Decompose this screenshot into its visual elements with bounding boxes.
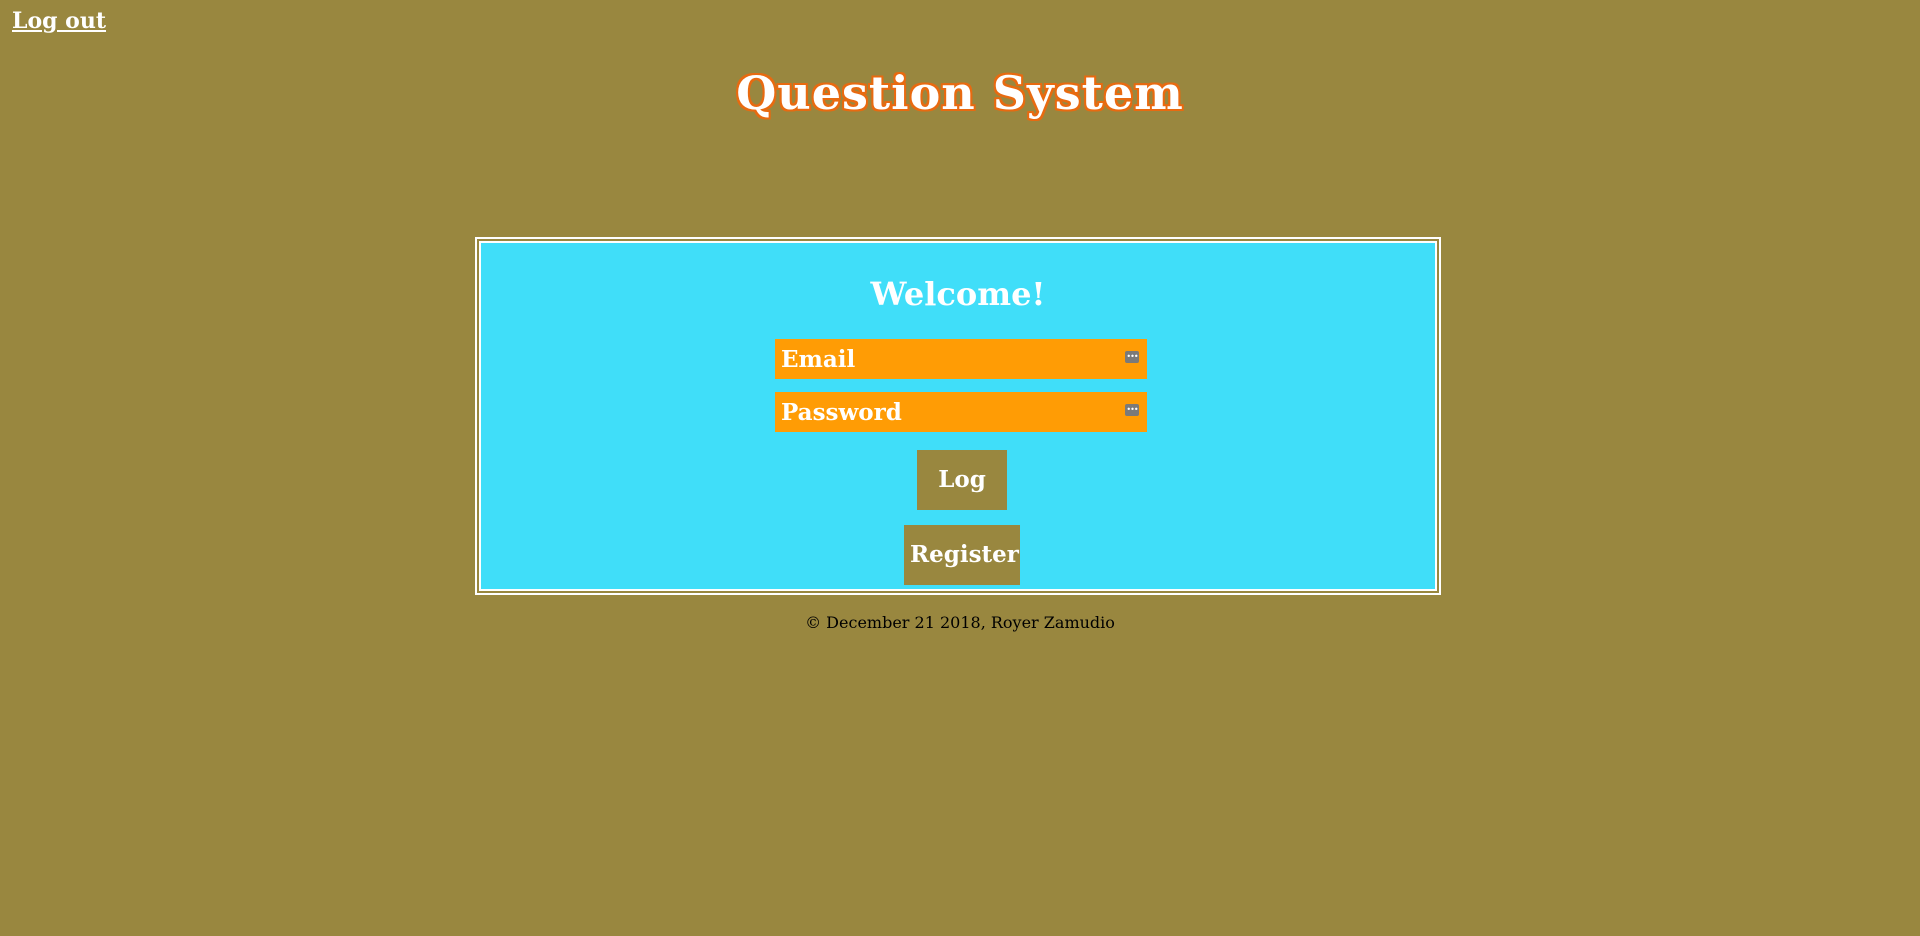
password-field-container: ••• xyxy=(775,392,1147,432)
password-manager-icon[interactable]: ••• xyxy=(1125,351,1139,363)
logout-link[interactable]: Log out xyxy=(12,8,106,34)
email-input[interactable] xyxy=(775,339,1147,379)
login-panel: Welcome! ••• ••• Log in Register xyxy=(479,241,1437,591)
footer-copyright: © December 21 2018, Royer Zamudio xyxy=(805,613,1115,632)
email-field-container: ••• xyxy=(775,339,1147,379)
site-title: Question System xyxy=(736,66,1184,120)
register-button[interactable]: Register xyxy=(904,525,1020,585)
welcome-heading: Welcome! xyxy=(870,275,1046,313)
login-panel-frame: Welcome! ••• ••• Log in Register xyxy=(475,237,1441,595)
password-input[interactable] xyxy=(775,392,1147,432)
login-button[interactable]: Log in xyxy=(917,450,1007,553)
password-manager-icon[interactable]: ••• xyxy=(1125,404,1139,416)
